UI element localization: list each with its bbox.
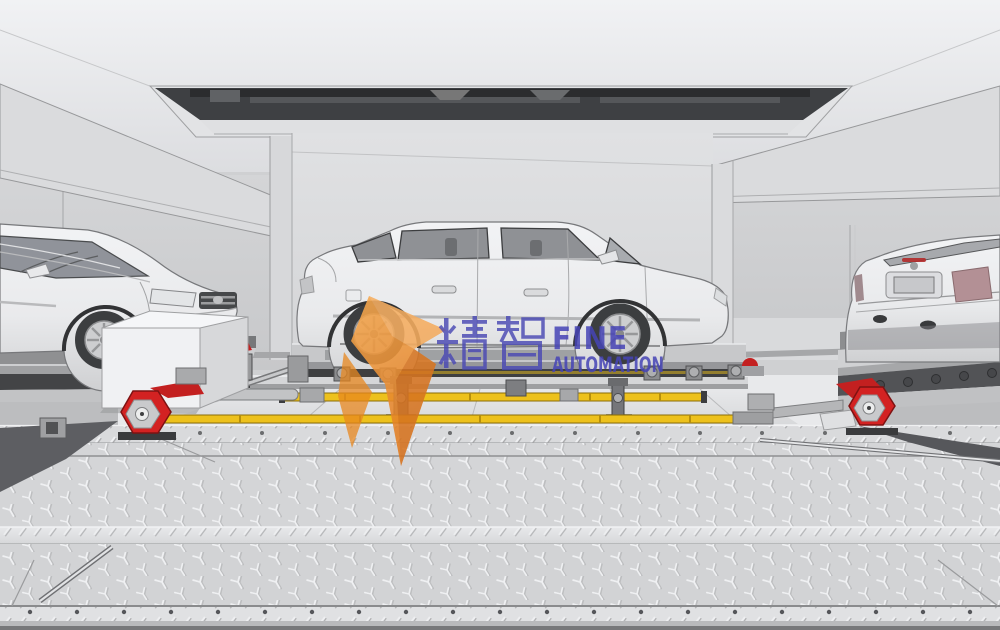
brake-light-strip [902, 258, 926, 262]
bevel-bolts [28, 610, 972, 614]
license-plate [894, 277, 934, 293]
brand-en-line2: AUTOMATION [552, 353, 664, 378]
pit-back-rail [250, 377, 748, 384]
door-handle-rear [432, 286, 456, 293]
foreground-floor [0, 425, 1000, 630]
grille [199, 292, 237, 309]
clamp-device-center [506, 380, 526, 396]
brand-en-line1: FINE [552, 321, 628, 357]
trunk-emblem [910, 262, 918, 270]
taillight-right [952, 267, 992, 302]
opening-fascia [200, 120, 803, 134]
door-handle-front [524, 289, 548, 296]
sensor-box [748, 394, 774, 410]
small-device-left [40, 418, 66, 438]
parking-system-render: FINE AUTOMATION [0, 0, 1000, 630]
scene-svg: FINE AUTOMATION [0, 0, 1000, 630]
left-pillar [270, 133, 292, 360]
exhaust-left [873, 315, 887, 323]
upper-pallet-silhouette [190, 89, 810, 97]
